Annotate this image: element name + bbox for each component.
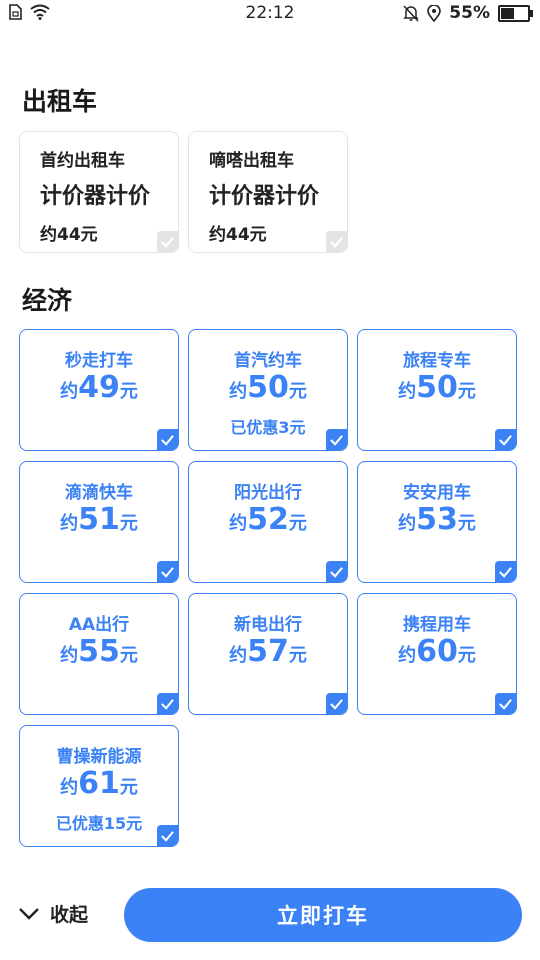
section-title-taxi: 出租车	[22, 87, 98, 116]
status-bar: 22:12 55%	[0, 0, 540, 28]
economy-card-name: 滴滴快车	[65, 483, 133, 503]
economy-card-discount: 已优惠3元	[230, 418, 306, 437]
economy-card[interactable]: AA出行 约55元	[19, 593, 179, 715]
economy-card-discount: 已优惠15元	[55, 814, 143, 833]
economy-card[interactable]: 秒走打车 约49元	[19, 329, 179, 451]
taxi-card-meter: 计价器计价	[209, 184, 320, 209]
economy-card-price: 约61元	[60, 766, 138, 801]
checkbox-checked[interactable]	[326, 561, 347, 582]
check-icon	[161, 567, 174, 578]
check-icon	[330, 435, 343, 446]
checkbox-checked[interactable]	[157, 429, 178, 450]
checkbox-checked[interactable]	[326, 429, 347, 450]
section-title-economy: 经济	[22, 286, 73, 315]
check-icon	[499, 567, 512, 578]
checkbox-checked[interactable]	[157, 561, 178, 582]
check-icon	[161, 237, 174, 248]
call-taxi-button[interactable]: 立即打车	[124, 888, 522, 942]
check-icon	[330, 699, 343, 710]
economy-card[interactable]: 旅程专车 约50元	[357, 329, 517, 451]
checkbox-unchecked[interactable]	[326, 231, 347, 252]
economy-card-price: 约51元	[60, 502, 138, 537]
check-icon	[499, 699, 512, 710]
economy-card-name: 曹操新能源	[56, 747, 142, 767]
checkbox-checked[interactable]	[157, 825, 178, 846]
check-icon	[161, 699, 174, 710]
economy-card[interactable]: 滴滴快车 约51元	[19, 461, 179, 583]
economy-card-name: AA出行	[68, 615, 130, 635]
economy-card-price: 约50元	[398, 370, 476, 405]
bell-muted-icon	[403, 4, 420, 22]
economy-card[interactable]: 安安用车 约53元	[357, 461, 517, 583]
taxi-card-name: 嘀嗒出租车	[209, 151, 294, 171]
taxi-card-shouyue[interactable]: 首约出租车 计价器计价 约44元	[19, 131, 179, 253]
check-icon	[330, 567, 343, 578]
checkbox-checked[interactable]	[326, 693, 347, 714]
check-icon	[161, 831, 174, 842]
taxi-card-dida[interactable]: 嘀嗒出租车 计价器计价 约44元	[188, 131, 348, 253]
taxi-card-price: 约44元	[209, 225, 267, 245]
economy-card-name: 秒走打车	[65, 351, 133, 371]
economy-card-price: 约60元	[398, 634, 476, 669]
taxi-card-meter: 计价器计价	[40, 184, 151, 209]
economy-card-price: 约53元	[398, 502, 476, 537]
collapse-button[interactable]: 收起	[18, 900, 88, 927]
taxi-card-name: 首约出租车	[40, 151, 125, 171]
economy-card-price: 约50元	[229, 370, 307, 405]
taxi-card-price: 约44元	[40, 225, 98, 245]
checkbox-checked[interactable]	[157, 693, 178, 714]
economy-card[interactable]: 携程用车 约60元	[357, 593, 517, 715]
economy-card-name: 新电出行	[234, 615, 302, 635]
location-icon	[427, 4, 442, 22]
checkbox-checked[interactable]	[495, 693, 516, 714]
battery-icon	[498, 4, 533, 22]
economy-card-price: 约55元	[60, 634, 138, 669]
status-right: 55%	[403, 3, 533, 23]
collapse-label: 收起	[50, 904, 89, 926]
check-icon	[499, 435, 512, 446]
economy-card-price: 约57元	[229, 634, 307, 669]
economy-card-price: 约49元	[60, 370, 138, 405]
economy-card[interactable]: 新电出行 约57元	[188, 593, 348, 715]
economy-card-name: 首汽约车	[234, 351, 302, 371]
check-icon	[161, 435, 174, 446]
chevron-down-icon	[19, 907, 39, 920]
economy-card-name: 阳光出行	[234, 483, 302, 503]
economy-card-name: 安安用车	[403, 483, 471, 503]
checkbox-checked[interactable]	[495, 561, 516, 582]
economy-card-name: 携程用车	[403, 615, 471, 635]
economy-card-name: 旅程专车	[403, 351, 471, 371]
battery-level	[501, 7, 515, 19]
economy-card[interactable]: 阳光出行 约52元	[188, 461, 348, 583]
checkbox-checked[interactable]	[495, 429, 516, 450]
battery-percent: 55%	[449, 3, 490, 23]
check-icon	[330, 237, 343, 248]
economy-card[interactable]: 曹操新能源 约61元 已优惠15元	[19, 725, 179, 847]
checkbox-unchecked[interactable]	[157, 231, 178, 252]
economy-card-price: 约52元	[229, 502, 307, 537]
economy-card[interactable]: 首汽约车 约50元 已优惠3元	[188, 329, 348, 451]
